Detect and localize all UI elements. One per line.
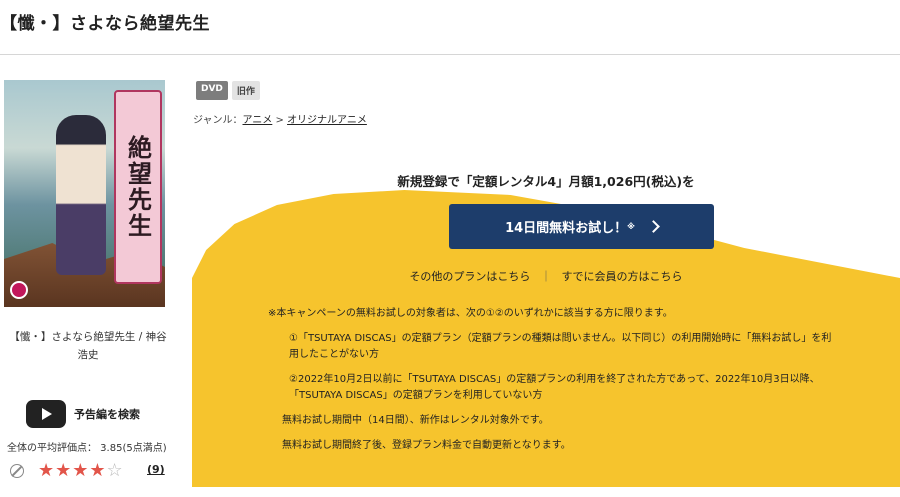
terms-intro: ※本キャンペーンの無料お試しの対象者は、次の①②のいずれかに該当する方に限ります… (268, 308, 673, 319)
genre-link-anime[interactable]: アニメ (243, 115, 273, 126)
badge-dvd: DVD (196, 81, 228, 100)
plan-links: その他のプランはこちら ｜ すでに会員の方はこちら (192, 268, 900, 284)
other-plans-link[interactable]: その他のプランはこちら (409, 270, 530, 283)
genre-link-original-anime[interactable]: オリジナルアニメ (287, 115, 367, 126)
terms-note-1: 無料お試し期間中（14日間）、新作はレンタル対象外です。 (282, 415, 549, 426)
free-trial-label: 14日間無料お試し！ (505, 221, 628, 236)
terms-item-1: ①「TSUTAYA DISCAS」の定額プラン（定額プランの種類は問いません。以… (268, 331, 894, 404)
no-entry-icon (10, 464, 24, 478)
cover-character (56, 115, 106, 275)
cover-title-box: 絶望先生 (114, 90, 162, 284)
genre-separator: > (272, 115, 288, 126)
terms-note-2: 無料お試し期間終了後、登録プラン料金で自動更新となります。 (282, 440, 571, 451)
dvd-logo-icon (10, 281, 28, 299)
terms-item-1-line1: ①「TSUTAYA DISCAS」の定額プラン（定額プランの種類は問いません。以… (289, 333, 832, 344)
review-count-link[interactable]: (9) (147, 463, 165, 476)
cover-image[interactable]: 絶望先生 (4, 80, 165, 307)
free-trial-button[interactable]: 14日間無料お試し！ ※ (449, 204, 714, 249)
free-trial-note-mark: ※ (627, 222, 635, 231)
terms-item-2-line1: ②2022年10月2日以前に「TSUTAYA DISCAS」の定額プランの利用を… (289, 374, 820, 385)
format-badges: DVD 旧作 (196, 81, 260, 100)
rating-stars: ★★★★☆ (38, 460, 124, 481)
chevron-right-icon (647, 220, 660, 233)
page-title: 【懺・】さよなら絶望先生 (0, 14, 210, 34)
cover-title-art: 絶望先生 (123, 135, 153, 239)
badge-old-release: 旧作 (231, 81, 260, 100)
trailer-search-button[interactable]: 予告編を検索 (26, 400, 140, 428)
member-login-link[interactable]: すでに会員の方はこちら (561, 270, 682, 283)
star-full-icons: ★★★★ (38, 460, 107, 481)
rating-row: ★★★★☆ (9) (10, 460, 170, 482)
genre-label: ジャンル： (193, 115, 243, 126)
trailer-search-label: 予告編を検索 (74, 408, 140, 421)
terms-item-2-line2: 「TSUTAYA DISCAS」の定額プランを利用していない方 (289, 390, 543, 401)
play-icon (26, 400, 66, 428)
genre-breadcrumb: ジャンル：アニメ > オリジナルアニメ (193, 111, 367, 126)
promo-heading: 新規登録で「定額レンタル4」月額1,026円(税込)を (397, 174, 695, 189)
sidebar-title-line2: 浩史 (77, 349, 99, 361)
campaign-terms: ※本キャンペーンの無料お試しの対象者は、次の①②のいずれかに該当する方に限ります… (268, 306, 894, 454)
average-rating-text: 全体の平均評価点： 3.85(5点満点) (7, 443, 167, 454)
star-empty-icon: ☆ (106, 460, 124, 481)
title-divider (0, 54, 900, 55)
plan-links-separator: ｜ (540, 270, 552, 283)
sidebar-product-title: 【懺・】さよなら絶望先生 / 神谷 浩史 (8, 328, 168, 364)
terms-item-1-line2: 用したことがない方 (289, 349, 379, 360)
sidebar-title-line1: 【懺・】さよなら絶望先生 / 神谷 (9, 331, 167, 343)
terms-notes: 無料お試し期間中（14日間）、新作はレンタル対象外です。 無料お試し期間終了後、… (268, 413, 894, 454)
